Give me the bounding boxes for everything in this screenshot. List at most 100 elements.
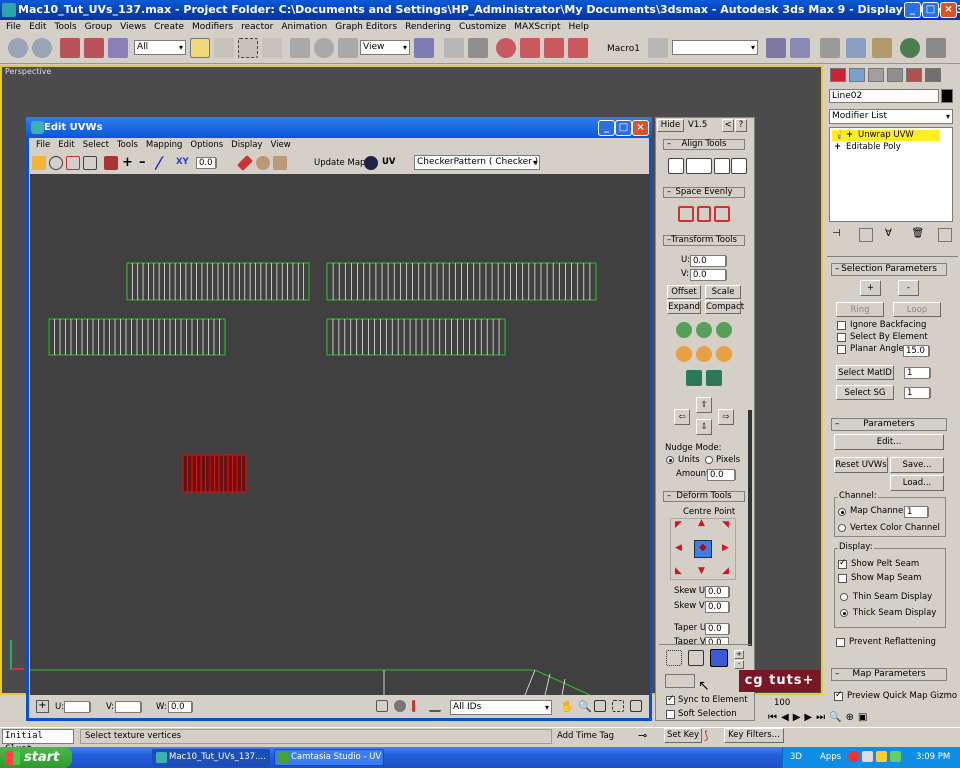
play-icon[interactable]: ▶ bbox=[793, 712, 801, 726]
compact-button[interactable]: Compact bbox=[705, 300, 744, 314]
show-pelt-seam-checkbox[interactable] bbox=[838, 558, 847, 569]
w-coord-spinner[interactable]: 0.0 bbox=[168, 701, 199, 713]
create-tab-icon[interactable] bbox=[830, 68, 846, 82]
pivot-b-icon[interactable]: ▼ bbox=[698, 566, 705, 576]
utilities-tab-icon[interactable] bbox=[925, 68, 941, 82]
macro-label[interactable]: Macro1 bbox=[607, 44, 640, 54]
nudge-amount-spinner[interactable]: 0.0 bbox=[707, 469, 742, 481]
mode-contract-button[interactable]: - bbox=[734, 660, 744, 669]
configure-sets-icon[interactable] bbox=[938, 228, 952, 242]
skew-v-spinner[interactable]: 0.0 bbox=[705, 601, 736, 613]
zoom-icon[interactable]: 🔍 bbox=[578, 700, 592, 713]
snap-toggle-icon[interactable] bbox=[496, 38, 516, 58]
task-camtasia[interactable]: Camtasia Studio - UV ... bbox=[274, 749, 384, 766]
uvw-weld-icon[interactable] bbox=[256, 156, 270, 170]
zoom-extents-all-icon[interactable]: ▣ bbox=[858, 712, 867, 726]
uvw-mirror-icon[interactable] bbox=[104, 156, 118, 170]
menu-edit[interactable]: Edit bbox=[25, 20, 50, 34]
select-matid-button[interactable]: Select MatID bbox=[836, 365, 894, 380]
tray-update-icon[interactable] bbox=[890, 751, 901, 762]
tray-volume-icon[interactable] bbox=[876, 751, 887, 762]
menu-graph-editors[interactable]: Graph Editors bbox=[331, 20, 401, 34]
align-vertical-icon[interactable] bbox=[668, 158, 684, 174]
mode-expand-button[interactable]: + bbox=[734, 650, 744, 659]
menu-maxscript[interactable]: MAXScript bbox=[510, 20, 564, 34]
uvw-weld-target-icon[interactable] bbox=[273, 156, 287, 170]
uvw-rotate-icon[interactable] bbox=[49, 156, 63, 170]
set-key-button[interactable]: Set Key bbox=[664, 728, 702, 743]
select-by-element-checkbox[interactable] bbox=[837, 333, 846, 342]
tray-3d-label[interactable]: 3D bbox=[790, 752, 802, 762]
curve-editor-icon[interactable] bbox=[846, 38, 866, 58]
close-button[interactable]: × bbox=[940, 2, 957, 18]
absolute-offset-icon[interactable]: + bbox=[36, 700, 49, 713]
nudge-right-button[interactable]: ⇨ bbox=[718, 409, 734, 425]
loop-button[interactable]: Loop bbox=[893, 302, 941, 317]
sg-spinner[interactable]: 1 bbox=[904, 387, 937, 399]
tray-security-icon[interactable] bbox=[848, 751, 859, 762]
menu-file[interactable]: File bbox=[2, 20, 25, 34]
edge-mode-icon[interactable] bbox=[688, 650, 704, 666]
named-selection-icon[interactable] bbox=[648, 38, 668, 58]
scale-icon[interactable] bbox=[338, 38, 358, 58]
uvw-maximize-button[interactable]: □ bbox=[615, 120, 632, 136]
taper-u-spinner[interactable]: 0.0 bbox=[705, 623, 736, 635]
floater-u-spinner[interactable]: 0.0 bbox=[690, 255, 733, 267]
maximize-button[interactable]: □ bbox=[922, 2, 939, 18]
percent-snap-icon[interactable] bbox=[544, 38, 564, 58]
uvw-menu-options[interactable]: Options bbox=[186, 138, 227, 152]
uv-shells[interactable] bbox=[30, 174, 650, 695]
ref-coord-dropdown[interactable]: View bbox=[360, 40, 410, 55]
planar-angle-checkbox[interactable] bbox=[837, 345, 846, 354]
menu-help[interactable]: Help bbox=[564, 20, 593, 34]
show-map-icon[interactable] bbox=[364, 156, 378, 170]
load-button[interactable]: Load... bbox=[890, 475, 944, 491]
rotate-180-icon[interactable] bbox=[716, 322, 732, 338]
face-mode-icon[interactable] bbox=[710, 649, 728, 667]
menu-reactor[interactable]: reactor bbox=[237, 20, 277, 34]
flip-horizontal-icon[interactable] bbox=[686, 370, 702, 386]
floater-hide-button[interactable]: Hide bbox=[657, 119, 684, 132]
menu-rendering[interactable]: Rendering bbox=[401, 20, 455, 34]
pivot-icon[interactable] bbox=[414, 38, 434, 58]
floater-help-button[interactable]: ? bbox=[735, 119, 747, 132]
bind-spacewarp-icon[interactable] bbox=[108, 38, 128, 58]
reset-uvws-button[interactable]: Reset UVWs bbox=[834, 457, 888, 473]
transform-tools-header[interactable]: Transform Tools bbox=[663, 235, 745, 246]
floater-v-spinner[interactable]: 0.0 bbox=[690, 269, 733, 281]
uvw-menu-file[interactable]: File bbox=[32, 138, 54, 152]
undo-icon[interactable] bbox=[8, 38, 28, 58]
select-link-icon[interactable] bbox=[60, 38, 80, 58]
uvw-scale-icon[interactable] bbox=[66, 156, 80, 170]
map-parameters-rollout[interactable]: Map Parameters bbox=[831, 668, 947, 681]
tray-network-icon[interactable] bbox=[862, 751, 873, 762]
zoom-viewport-icon[interactable]: 🔍 bbox=[829, 712, 841, 726]
map-channel-spinner[interactable]: 1 bbox=[904, 506, 935, 518]
parameters-rollout[interactable]: Parameters bbox=[831, 418, 947, 431]
pivot-r-icon[interactable]: ▶ bbox=[722, 543, 729, 553]
show-end-result-icon[interactable] bbox=[858, 228, 873, 242]
freeze-icon[interactable] bbox=[412, 700, 424, 712]
rotate-minus-45-icon[interactable] bbox=[696, 346, 712, 362]
prevent-reflattening-checkbox[interactable] bbox=[836, 638, 845, 647]
align-tools-header[interactable]: Align Tools bbox=[663, 139, 745, 150]
save-button[interactable]: Save... bbox=[890, 457, 944, 473]
uv-shell-top-left[interactable] bbox=[126, 262, 310, 301]
floater-scrollbar[interactable] bbox=[748, 410, 752, 646]
uvw-falloff-spinner[interactable]: 0.0 bbox=[196, 157, 223, 169]
flip-vertical-icon[interactable] bbox=[706, 370, 722, 386]
menu-tools[interactable]: Tools bbox=[51, 20, 81, 34]
keyboard-shortcut-icon[interactable] bbox=[468, 38, 488, 58]
texture-dropdown[interactable]: CheckerPattern ( Checker ) bbox=[414, 155, 540, 170]
filter-selected-icon[interactable] bbox=[429, 700, 441, 712]
menu-modifiers[interactable]: Modifiers bbox=[188, 20, 237, 34]
pan-icon[interactable]: ✋ bbox=[560, 700, 574, 713]
select-object-icon[interactable] bbox=[190, 38, 210, 58]
zoom-extents-icon[interactable] bbox=[612, 700, 624, 712]
grow-selection-button[interactable]: + bbox=[860, 280, 881, 296]
hierarchy-tab-icon[interactable] bbox=[868, 68, 884, 82]
show-map-seam-checkbox[interactable] bbox=[838, 574, 847, 583]
uvw-minimize-button[interactable]: _ bbox=[598, 120, 615, 136]
uvw-freeform-icon[interactable] bbox=[83, 156, 97, 170]
rotate-90-ccw-icon[interactable] bbox=[696, 322, 712, 338]
